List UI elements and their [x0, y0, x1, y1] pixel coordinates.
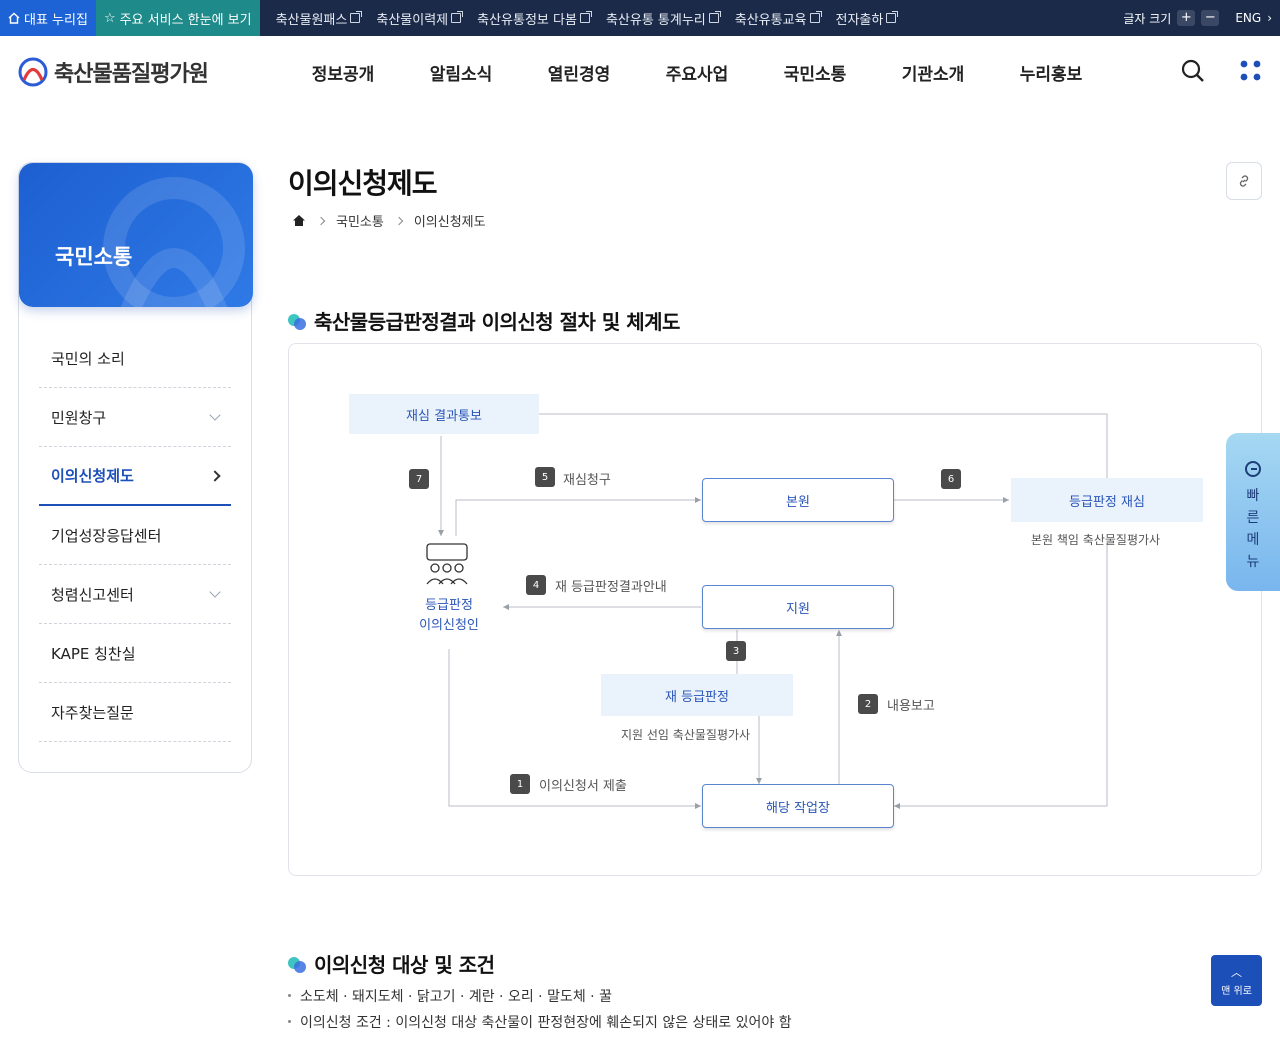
- node-regrade-sub: 지원 선임 축산물질평가사: [621, 728, 751, 742]
- services-overview-label: 주요 서비스 한눈에 보기: [119, 12, 252, 28]
- side-nav: 국민소통 국민의 소리 민원창구 이의신청제도 기업성장응답센터 청렴신고센터 …: [18, 162, 253, 773]
- section-title: 축산물등급판정결과 이의신청 절차 및 체계도: [288, 306, 680, 335]
- section-bullet-icon: [288, 312, 306, 330]
- main-site-label: 대표 누리집: [24, 12, 88, 28]
- side-nav-item[interactable]: KAPE 칭찬실: [39, 624, 231, 683]
- font-increase-button[interactable]: +: [1177, 10, 1196, 26]
- family-link[interactable]: 축산물이력제: [368, 9, 469, 28]
- nav-item[interactable]: 기관소개: [874, 60, 992, 85]
- node-grade-review-sub: 본원 책임 축산물질평가사: [1031, 533, 1161, 547]
- site-logo[interactable]: 축산물품질평가원: [18, 56, 209, 88]
- top-utility-bar: 대표 누리집 ☆ 주요 서비스 한눈에 보기 축산물원패스 축산물이력제 축산유…: [0, 0, 1280, 36]
- procedure-diagram: 재심 결과통보 본원 등급판정 재심 본원 책임 축산물질평가사 지원 재 등급…: [288, 343, 1262, 876]
- main-nav: 정보공개 알림소식 열린경영 주요사업 국민소통 기관소개 누리홍보: [284, 36, 1110, 108]
- node-branch: 지원: [702, 585, 894, 629]
- external-link-icon: [809, 11, 822, 23]
- side-nav-list: 국민의 소리 민원창구 이의신청제도 기업성장응답센터 청렴신고센터 KAPE …: [39, 329, 231, 742]
- share-button[interactable]: [1226, 162, 1262, 200]
- condition-list: 소도체 · 돼지도체 · 닭고기 · 계란 · 오리 · 말도체 · 꿀 이의신…: [288, 986, 792, 1038]
- side-nav-title: 국민소통: [55, 245, 133, 269]
- back-to-top-button[interactable]: ︿ 맨 위로: [1211, 955, 1262, 1006]
- breadcrumb-current: 이의신청제도: [413, 215, 486, 230]
- nav-item[interactable]: 국민소통: [756, 60, 874, 85]
- page-title: 이의신청제도: [288, 167, 438, 200]
- family-link[interactable]: 축산유통정보 다봄: [469, 9, 598, 28]
- list-item: 이의신청 조건 : 이의신청 대상 축산물이 판정현장에 훼손되지 않은 상태로…: [288, 1012, 792, 1038]
- node-workplace: 해당 작업장: [702, 784, 894, 828]
- font-decrease-button[interactable]: −: [1201, 10, 1220, 26]
- step-number: 5: [535, 467, 555, 487]
- list-item: 소도체 · 돼지도체 · 닭고기 · 계란 · 오리 · 말도체 · 꿀: [288, 986, 792, 1012]
- step-number: 7: [409, 469, 429, 489]
- utility-controls: 글자 크기 + − ENG ›: [1123, 0, 1272, 36]
- logo-emblem-icon: [18, 57, 48, 87]
- nav-item[interactable]: 알림소식: [402, 60, 520, 85]
- nav-item[interactable]: 열린경영: [520, 60, 638, 85]
- quick-menu-icon: [1245, 461, 1261, 477]
- family-link[interactable]: 축산유통교육: [727, 9, 828, 28]
- chevron-down-icon: [209, 409, 221, 421]
- external-link-icon: [708, 11, 721, 23]
- side-nav-item[interactable]: 국민의 소리: [39, 329, 231, 388]
- chevron-right-icon: ›: [1267, 11, 1272, 25]
- chevron-right-icon: [394, 216, 404, 225]
- logo-text: 축산물품질평가원: [54, 62, 209, 87]
- step-number: 2: [858, 694, 878, 714]
- step-number: 1: [510, 774, 530, 794]
- breadcrumb: 국민소통 이의신청제도: [292, 211, 486, 230]
- side-nav-item[interactable]: 민원창구: [39, 388, 231, 447]
- nav-item[interactable]: 누리홍보: [992, 60, 1110, 85]
- family-link[interactable]: 축산유통 통계누리: [598, 9, 727, 28]
- chevron-up-icon: ︿: [1231, 966, 1242, 979]
- side-nav-item[interactable]: 자주찾는질문: [39, 683, 231, 742]
- external-link-icon: [886, 11, 899, 23]
- step-label: 재 등급판정결과안내: [555, 580, 667, 595]
- people-icon: [426, 543, 468, 585]
- star-icon: ☆: [103, 10, 116, 26]
- side-nav-item-active[interactable]: 이의신청제도: [39, 447, 231, 506]
- family-link[interactable]: 전자출하: [828, 9, 905, 28]
- home-icon: [8, 12, 20, 24]
- link-icon: [1239, 175, 1249, 187]
- external-link-icon: [579, 11, 592, 23]
- nav-item[interactable]: 주요사업: [638, 60, 756, 85]
- applicant-label: 등급판정 이의신청인: [419, 598, 479, 633]
- node-headquarters: 본원: [702, 478, 894, 522]
- nav-item[interactable]: 정보공개: [284, 60, 402, 85]
- step-number: 6: [941, 469, 961, 489]
- side-nav-item[interactable]: 기업성장응답센터: [39, 506, 231, 565]
- font-size-label: 글자 크기: [1123, 11, 1172, 26]
- node-regrade: 재 등급판정: [601, 674, 793, 716]
- breadcrumb-item[interactable]: 국민소통: [336, 211, 384, 230]
- node-result-notice: 재심 결과통보: [349, 394, 539, 434]
- section-title: 이의신청 대상 및 조건: [288, 949, 495, 978]
- family-site-links: 축산물원패스 축산물이력제 축산유통정보 다봄 축산유통 통계누리 축산유통교육…: [260, 0, 905, 36]
- site-header: 축산물품질평가원 정보공개 알림소식 열린경영 주요사업 국민소통 기관소개 누…: [0, 36, 1280, 108]
- chevron-down-icon: [209, 586, 221, 598]
- search-icon[interactable]: [1180, 58, 1206, 84]
- emblem-watermark-icon: [103, 177, 245, 307]
- quick-menu-button[interactable]: 빠 른 메 뉴: [1226, 433, 1280, 591]
- language-button[interactable]: ENG: [1235, 11, 1261, 25]
- step-number: 4: [526, 575, 546, 595]
- external-link-icon: [451, 11, 464, 23]
- family-link[interactable]: 축산물원패스: [268, 9, 369, 28]
- main-site-link[interactable]: 대표 누리집: [0, 0, 96, 36]
- step-label: 재심청구: [563, 473, 611, 488]
- side-nav-header: 국민소통: [19, 163, 253, 307]
- home-icon[interactable]: [292, 214, 306, 227]
- section-bullet-icon: [288, 955, 306, 973]
- side-nav-item[interactable]: 청렴신고센터: [39, 565, 231, 624]
- step-label: 이의신청서 제출: [539, 779, 627, 794]
- step-label: 내용보고: [887, 699, 935, 714]
- chevron-right-icon: [209, 469, 221, 482]
- external-link-icon: [350, 11, 363, 23]
- all-menu-icon[interactable]: [1238, 58, 1264, 84]
- step-number: 3: [726, 641, 746, 661]
- chevron-right-icon: [316, 216, 326, 225]
- node-grade-review: 등급판정 재심: [1011, 478, 1203, 522]
- services-overview-link[interactable]: ☆ 주요 서비스 한눈에 보기: [95, 0, 260, 36]
